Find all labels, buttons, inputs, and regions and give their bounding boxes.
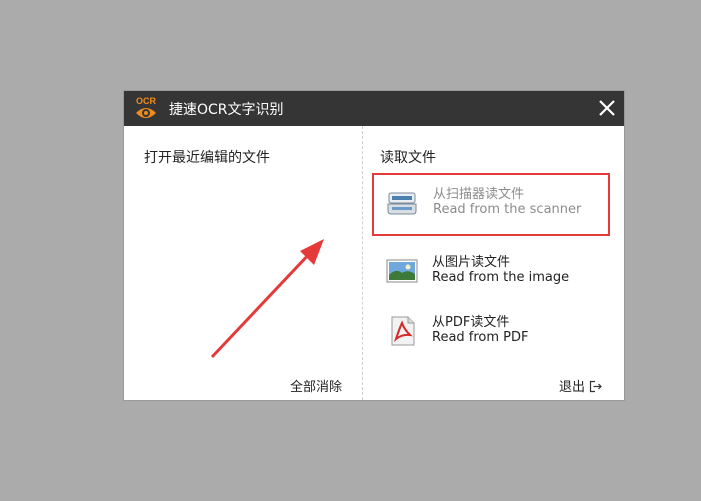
read-from-image-button[interactable]: 从图片读文件 Read from the image (372, 241, 610, 301)
close-icon[interactable] (596, 97, 618, 119)
annotation-arrow-icon (210, 239, 324, 359)
read-from-pdf-button[interactable]: 从PDF读文件 Read from PDF (372, 301, 610, 361)
panel-divider (362, 126, 363, 400)
image-label-en: Read from the image (432, 270, 570, 285)
read-from-scanner-button[interactable]: 从扫描器读文件 Read from the scanner (372, 173, 610, 236)
window-title: 捷速OCR文字识别 (169, 102, 284, 118)
ocr-logo-icon: OCR (136, 96, 157, 118)
read-file-heading: 读取文件 (380, 150, 436, 166)
exit-icon (589, 380, 602, 393)
exit-label: 退出 (559, 380, 586, 395)
title-bar: OCR 捷速OCR文字识别 (124, 91, 624, 126)
exit-button[interactable]: 退出 (559, 376, 602, 395)
pdf-label-cn: 从PDF读文件 (432, 315, 510, 330)
scanner-label-en: Read from the scanner (433, 202, 582, 217)
clear-all-button[interactable]: 全部消除 (290, 376, 342, 395)
image-file-icon (386, 259, 418, 283)
recent-files-heading: 打开最近编辑的文件 (144, 150, 270, 166)
ocr-dialog: OCR 捷速OCR文字识别 打开最近编辑的文件 读取文件 从扫描器读文件 Rea… (124, 91, 624, 400)
logo-text: OCR (136, 96, 157, 106)
scanner-label-cn: 从扫描器读文件 (433, 187, 525, 202)
pdf-label-en: Read from PDF (432, 330, 529, 345)
scanner-icon (387, 192, 417, 215)
image-label-cn: 从图片读文件 (432, 255, 511, 270)
pdf-file-icon (391, 316, 415, 346)
